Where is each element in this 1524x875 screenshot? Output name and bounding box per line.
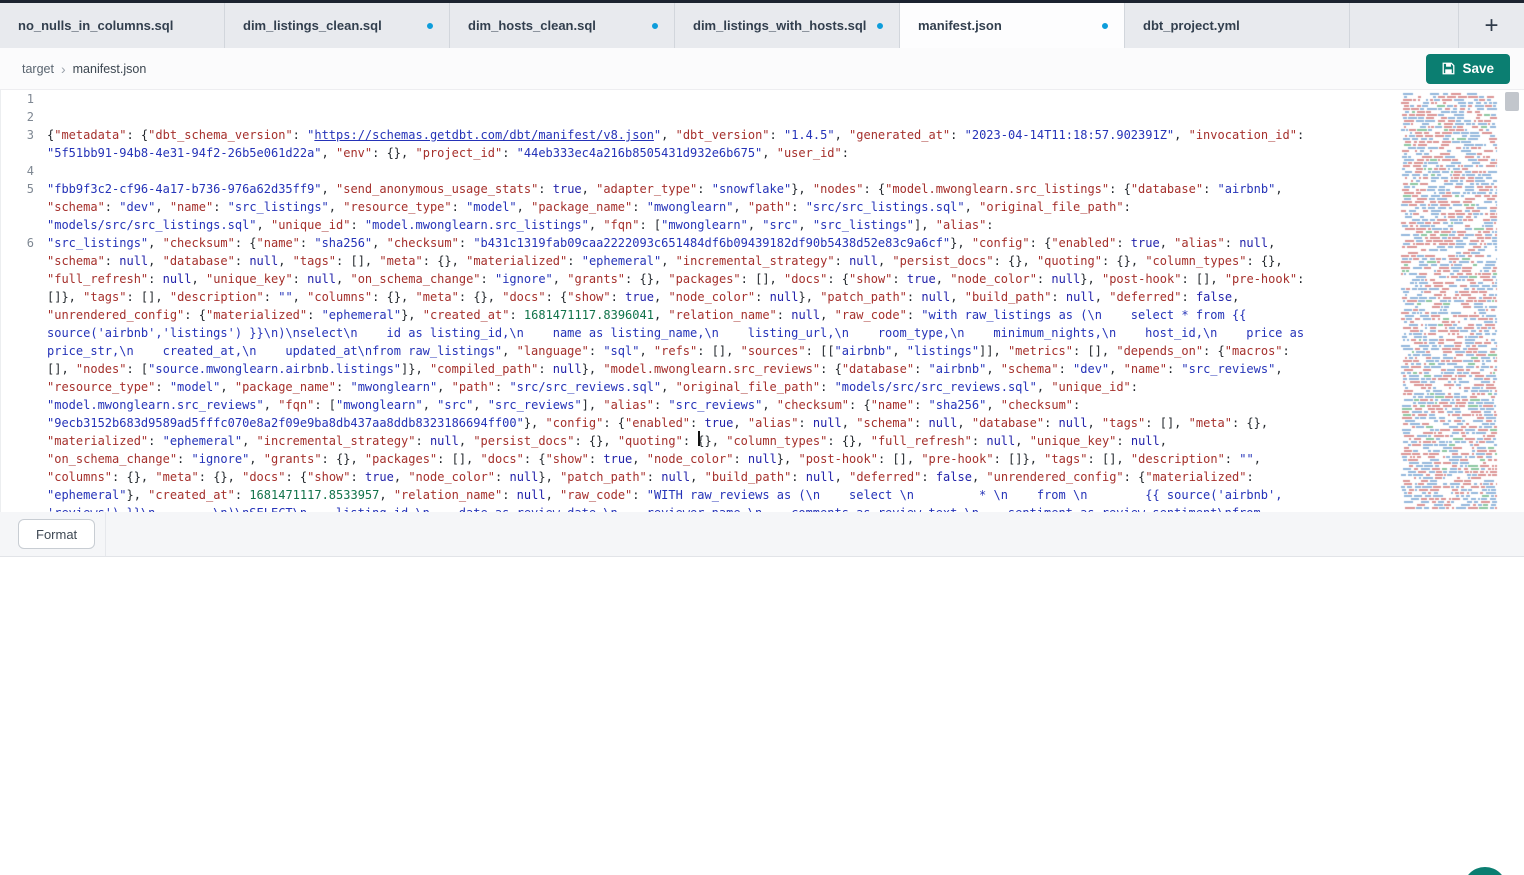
scrollbar-track[interactable] (1503, 90, 1521, 512)
minimap[interactable] (1399, 90, 1503, 512)
code-line[interactable]: 2 (1, 108, 1399, 126)
tab-no_nulls_in_columns-sql[interactable]: no_nulls_in_columns.sql (0, 3, 225, 48)
line-number: 4 (1, 162, 47, 180)
modified-dot-icon (427, 23, 433, 29)
format-button[interactable]: Format (18, 519, 95, 549)
breadcrumb: target › manifest.json (14, 62, 146, 76)
plus-icon: + (1484, 12, 1498, 39)
new-tab-button[interactable]: + (1476, 12, 1506, 40)
tab-dim_hosts_clean-sql[interactable]: dim_hosts_clean.sql (450, 3, 675, 48)
modified-dot-icon (877, 23, 883, 29)
code-line[interactable]: 5"fbb9f3c2-cf96-4a17-b736-976a62d35ff9",… (1, 180, 1399, 234)
line-text (47, 90, 1309, 108)
tab-label: dim_listings_with_hosts.sql (693, 18, 866, 33)
code-content[interactable]: 123{"metadata": {"dbt_schema_version": "… (1, 90, 1399, 512)
line-text: {"metadata": {"dbt_schema_version": "htt… (47, 126, 1309, 162)
save-icon (1442, 62, 1455, 75)
tab-dbt_project-yml[interactable]: dbt_project.yml (1125, 3, 1350, 48)
line-number: 2 (1, 108, 47, 126)
tab-label: dim_hosts_clean.sql (468, 18, 596, 33)
tab-dim_listings_clean-sql[interactable]: dim_listings_clean.sql (225, 3, 450, 48)
line-text (47, 108, 1309, 126)
breadcrumb-bar: target › manifest.json Save (0, 48, 1524, 90)
modified-dot-icon (652, 23, 658, 29)
code-line[interactable]: 1 (1, 90, 1399, 108)
breadcrumb-segment[interactable]: target (22, 62, 54, 76)
line-number: 6 (1, 234, 47, 252)
tab-label: manifest.json (918, 18, 1002, 33)
tab-bar: no_nulls_in_columns.sql dim_listings_clea… (0, 3, 1524, 48)
format-bar-divider (105, 512, 106, 556)
line-text: "src_listings", "checksum": {"name": "sh… (47, 234, 1309, 512)
new-tab-area: + (1459, 3, 1524, 48)
tab-label: dim_listings_clean.sql (243, 18, 382, 33)
code-line[interactable]: 4 (1, 162, 1399, 180)
help-fab-button[interactable] (1463, 867, 1507, 875)
line-number: 5 (1, 180, 47, 198)
scrollbar-thumb[interactable] (1505, 92, 1519, 111)
chevron-right-icon: › (61, 62, 66, 76)
code-line[interactable]: 6"src_listings", "checksum": {"name": "s… (1, 234, 1399, 512)
ide-window: no_nulls_in_columns.sql dim_listings_clea… (0, 0, 1524, 875)
results-panel (0, 557, 1524, 875)
tab-manifest-json[interactable]: manifest.json (900, 3, 1125, 48)
line-number: 1 (1, 90, 47, 108)
tab-label: dbt_project.yml (1143, 18, 1240, 33)
code-line[interactable]: 3{"metadata": {"dbt_schema_version": "ht… (1, 126, 1399, 162)
tab-spacer (1350, 3, 1459, 48)
line-text (47, 162, 1309, 180)
save-button-label: Save (1462, 61, 1494, 76)
tab-label: no_nulls_in_columns.sql (18, 18, 173, 33)
code-editor[interactable]: 123{"metadata": {"dbt_schema_version": "… (0, 90, 1524, 512)
line-text: "fbb9f3c2-cf96-4a17-b736-976a62d35ff9", … (47, 180, 1309, 234)
tab-strip: no_nulls_in_columns.sql dim_listings_clea… (0, 3, 1350, 48)
line-number: 3 (1, 126, 47, 144)
tab-dim_listings_with_hosts-sql[interactable]: dim_listings_with_hosts.sql (675, 3, 900, 48)
format-bar: Format (0, 512, 1524, 557)
breadcrumb-segment[interactable]: manifest.json (73, 62, 147, 76)
save-button[interactable]: Save (1426, 54, 1510, 84)
modified-dot-icon (1102, 23, 1108, 29)
text-cursor (698, 431, 700, 446)
